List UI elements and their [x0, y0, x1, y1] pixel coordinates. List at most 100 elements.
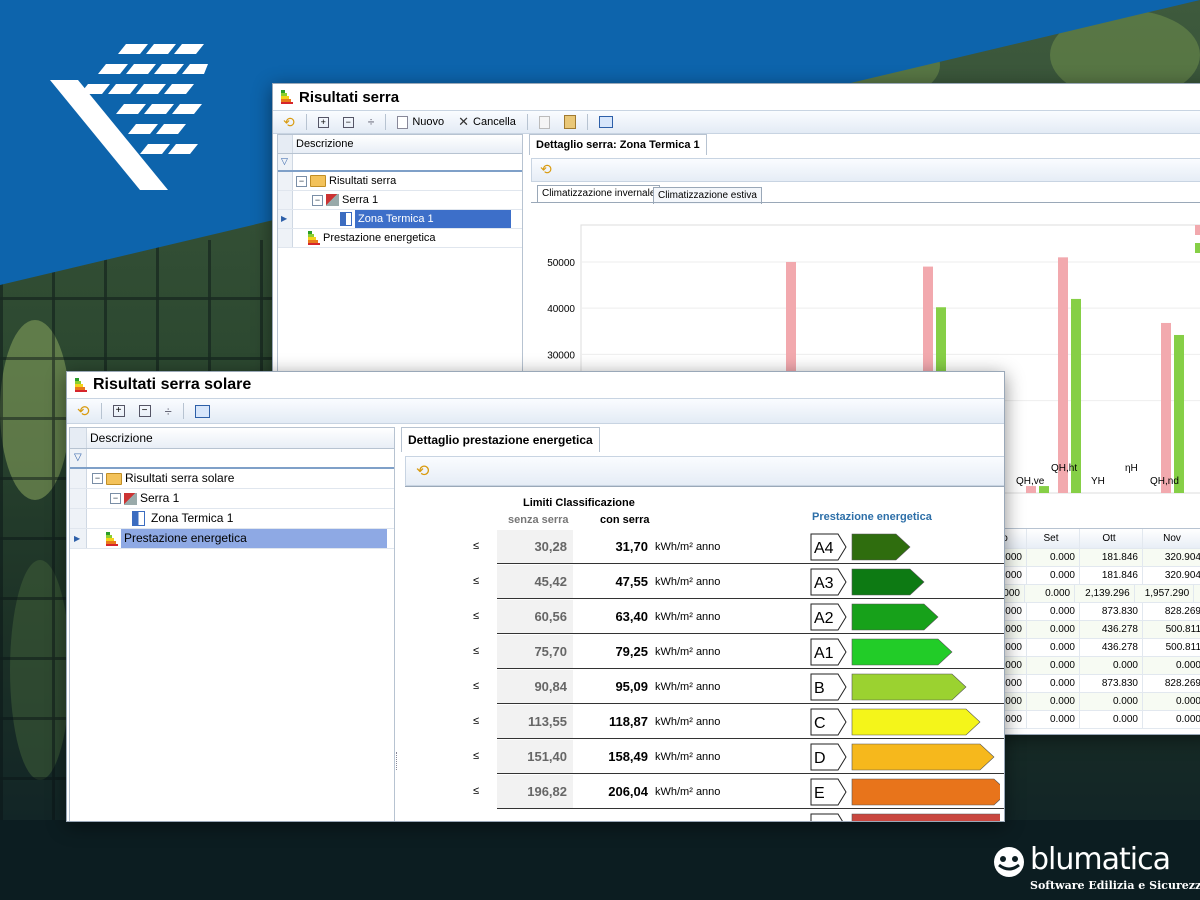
- refresh-icon[interactable]: ⟲: [416, 461, 429, 481]
- x-tick-label: ηH: [1125, 463, 1138, 474]
- node-label: Serra 1: [140, 491, 180, 505]
- energy-class-row: ≤60,56 63,40 kWh/m² anno A2: [405, 600, 1004, 634]
- copy-button[interactable]: [533, 113, 556, 131]
- filter-row[interactable]: ▽: [70, 449, 394, 469]
- grid-header-row: o Set Ott Nov: [988, 529, 1200, 549]
- new-button[interactable]: Nuovo: [391, 113, 450, 131]
- grid-cell: 436.278: [1080, 639, 1143, 656]
- comparator: ≤: [473, 610, 480, 622]
- tree-row[interactable]: − Serra 1: [278, 191, 522, 210]
- refresh-button[interactable]: ⟲: [71, 402, 96, 420]
- folder-open-icon: [310, 175, 326, 187]
- table-row[interactable]: .000 0.000 181.846 320.904: [988, 549, 1200, 567]
- tree-node-results[interactable]: − Risultati serra solare: [92, 469, 234, 488]
- paste-icon: [563, 115, 576, 129]
- grid-cell: 500.811: [1143, 639, 1200, 656]
- energy-class-badge: A1: [810, 638, 953, 666]
- table-row[interactable]: .000 0.000 0.000 0.000: [988, 711, 1200, 729]
- document-icon: [397, 115, 409, 129]
- expand-all-button[interactable]: +: [107, 402, 131, 420]
- tree-node-zona[interactable]: Zona Termica 1: [340, 210, 511, 228]
- collapse-icon: −: [342, 116, 354, 128]
- divider: [182, 403, 184, 419]
- collapse-node-icon[interactable]: −: [296, 175, 307, 187]
- class-label: C: [814, 715, 826, 732]
- tree-node-prestazione[interactable]: Prestazione energetica: [106, 529, 387, 548]
- table-row[interactable]: .000 0.000 873.830 828.269: [988, 675, 1200, 693]
- unit-label: kWh/m² anno: [655, 541, 721, 553]
- tree-row[interactable]: − Serra 1: [70, 489, 394, 509]
- tree-row[interactable]: ▶ Prestazione energetica: [70, 529, 394, 549]
- class-arrow: [851, 533, 911, 561]
- unit-label: kWh/m² anno: [655, 716, 721, 728]
- table-row[interactable]: .000 0.000 873.830 828.269: [988, 603, 1200, 621]
- energy-class-badge: A4: [810, 533, 911, 561]
- window-title: Risultati serra: [299, 88, 400, 106]
- table-row[interactable]: .000 0.000 436.278 500.811: [988, 621, 1200, 639]
- col-without-greenhouse: senza serra: [508, 514, 569, 526]
- divider: [526, 114, 528, 130]
- class-label: F: [814, 820, 824, 822]
- refresh-button[interactable]: ⟲: [277, 113, 301, 131]
- table-row[interactable]: .000 0.000 436.278 500.811: [988, 639, 1200, 657]
- folder-open-icon: [106, 472, 122, 485]
- grid-cell: 436.278: [1080, 621, 1143, 638]
- limit-with-greenhouse: 31,70: [615, 539, 648, 554]
- filter-row[interactable]: ▽: [278, 154, 522, 172]
- divider: [100, 403, 102, 419]
- grid-cell: 828.269: [1143, 675, 1200, 692]
- split-button[interactable]: ÷: [362, 113, 381, 131]
- export-button[interactable]: [593, 113, 619, 131]
- y-tick-label: 50000: [547, 258, 575, 269]
- row-pointer-icon: ▶: [74, 534, 81, 543]
- tree-node-serra[interactable]: − Serra 1: [110, 489, 179, 508]
- energy-class-icon: [75, 378, 87, 392]
- tree-node-prestazione[interactable]: Prestazione energetica: [308, 229, 436, 247]
- collapse-node-icon[interactable]: −: [92, 473, 103, 484]
- energy-class-icon: [106, 531, 118, 546]
- comparator: ≤: [473, 715, 480, 727]
- table-row[interactable]: .0000.0002,139.2961,957.2901,: [988, 585, 1200, 603]
- tree-node-results[interactable]: − Risultati serra: [296, 172, 396, 190]
- delete-button[interactable]: ✕ Cancella: [452, 113, 522, 131]
- filter-icon: ▽: [281, 156, 288, 166]
- unit-label: kWh/m² anno: [655, 646, 721, 658]
- tree-node-zona[interactable]: Zona Termica 1: [132, 509, 233, 528]
- expand-icon: +: [112, 405, 125, 417]
- splitter[interactable]: [396, 752, 400, 770]
- node-label: Prestazione energetica: [323, 232, 436, 244]
- collapse-all-button[interactable]: −: [133, 402, 157, 420]
- limit-with-greenhouse: 118,87: [608, 714, 648, 729]
- collapse-all-button[interactable]: −: [337, 113, 360, 131]
- tree-row[interactable]: Zona Termica 1: [70, 509, 394, 529]
- class-arrow: [851, 813, 1000, 821]
- limit-with-greenhouse: 47,55: [615, 574, 648, 589]
- grid-body: o Set Ott Nov .000 0.000 181.846 320.904.000 0.0…: [988, 529, 1200, 729]
- paste-button[interactable]: [558, 113, 582, 131]
- table-row[interactable]: .000 0.000 181.846 320.904: [988, 567, 1200, 585]
- row-divider: [497, 738, 1004, 739]
- node-label: Prestazione energetica: [121, 529, 387, 548]
- refresh-icon[interactable]: ⟲: [540, 161, 552, 178]
- energy-class-row: F: [405, 810, 1004, 822]
- split-button[interactable]: ÷: [159, 402, 178, 420]
- row-pointer-icon: ▶: [281, 214, 288, 223]
- tree-row[interactable]: − Risultati serra solare: [70, 469, 394, 489]
- tree-node-serra[interactable]: − Serra 1: [312, 191, 378, 209]
- unit-label: kWh/m² anno: [655, 681, 721, 693]
- grid-cell: 0.000: [1025, 585, 1076, 602]
- expand-all-button[interactable]: +: [312, 113, 335, 131]
- tree-row[interactable]: − Risultati serra: [278, 172, 522, 191]
- table-row[interactable]: .000 0.000 0.000 0.000: [988, 693, 1200, 711]
- divider: [385, 114, 387, 130]
- table-row[interactable]: .000 0.000 0.000 0.000: [988, 657, 1200, 675]
- column-description: Descrizione: [296, 138, 354, 150]
- collapse-node-icon[interactable]: −: [110, 493, 121, 504]
- collapse-node-icon[interactable]: −: [312, 194, 323, 206]
- limit-without-greenhouse: 196,82: [497, 775, 573, 809]
- expand-icon: +: [317, 116, 329, 128]
- tree-row[interactable]: Prestazione energetica: [278, 229, 522, 248]
- export-button[interactable]: [189, 402, 216, 420]
- tab-winter[interactable]: Climatizzazione invernale: [537, 185, 661, 202]
- tree-row[interactable]: ▶ Zona Termica 1: [278, 210, 522, 229]
